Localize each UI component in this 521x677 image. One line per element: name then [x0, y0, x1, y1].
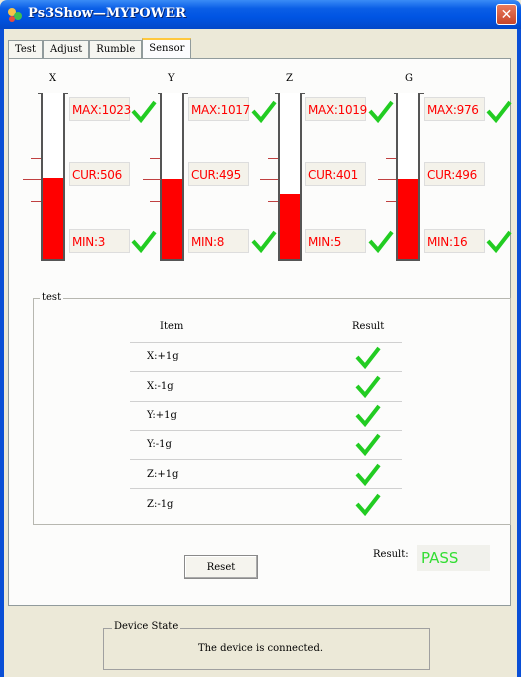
sensor-x-gauge-fill — [43, 177, 63, 259]
tab-rumble[interactable]: Rumble — [89, 40, 143, 59]
tick-mark — [268, 158, 278, 159]
result-label: Result: — [373, 549, 409, 560]
sensor-g-min: MIN:16 — [424, 229, 485, 253]
tick-mark — [386, 158, 396, 159]
column-header-item: Item — [160, 321, 184, 332]
sensor-y-gauge-fill — [162, 179, 182, 259]
check-icon — [368, 100, 394, 123]
sensor-g-gauge — [396, 93, 420, 261]
check-icon — [131, 230, 157, 253]
tick-mark — [150, 158, 160, 159]
check-icon — [355, 375, 381, 398]
sensor-x-gauge — [41, 93, 65, 261]
row-divider — [130, 488, 402, 489]
window-title: Ps3Show—MYPOWER — [28, 6, 186, 21]
sensor-z-gauge-fill — [280, 194, 300, 259]
close-icon: ✕ — [500, 7, 513, 23]
tick-mark — [378, 179, 396, 180]
sensor-z-min: MIN:5 — [305, 229, 366, 253]
row-divider — [130, 401, 402, 402]
window-frame-left — [0, 29, 4, 677]
row-divider — [130, 459, 402, 460]
test-row-item: X:-1g — [147, 381, 174, 392]
tick-mark — [260, 179, 278, 180]
test-row-item: X:+1g — [147, 351, 179, 362]
check-icon — [251, 100, 277, 123]
check-icon — [251, 230, 277, 253]
row-divider — [130, 371, 402, 372]
sensor-z-cur: CUR:401 — [305, 162, 366, 186]
sensor-z-label: Z — [286, 73, 293, 84]
column-header-result: Result — [352, 321, 385, 332]
check-icon — [486, 100, 512, 123]
row-divider — [130, 342, 402, 343]
check-icon — [355, 404, 381, 427]
sensor-z-gauge — [278, 93, 302, 261]
check-icon — [355, 463, 381, 486]
window-frame-right — [517, 29, 521, 677]
close-button[interactable]: ✕ — [496, 4, 517, 25]
app-icon — [8, 8, 22, 22]
tick-mark — [31, 201, 41, 202]
check-icon — [355, 433, 381, 456]
tick-mark — [23, 179, 41, 180]
sensor-y-label: Y — [168, 73, 175, 84]
title-bar[interactable]: Ps3Show—MYPOWER ✕ — [0, 0, 521, 29]
test-groupbox — [33, 298, 511, 525]
test-row-item: Z:+1g — [147, 469, 179, 480]
sensor-y-gauge — [160, 93, 184, 261]
tab-strip: Test Adjust Rumble Sensor — [8, 38, 192, 61]
sensor-y-cur: CUR:495 — [188, 162, 249, 186]
check-icon — [486, 230, 512, 253]
sensor-z-max: MAX:1019 — [305, 97, 367, 121]
check-icon — [355, 493, 381, 516]
tick-mark — [143, 179, 161, 180]
sensor-x-cur: CUR:506 — [69, 162, 130, 186]
test-row-item: Y:+1g — [147, 410, 177, 421]
sensor-x-min: MIN:3 — [69, 229, 130, 253]
sensor-y-min: MIN:8 — [188, 229, 249, 253]
sensor-x-label: X — [49, 73, 57, 84]
reset-button[interactable]: Reset — [184, 555, 258, 579]
tick-mark — [31, 158, 41, 159]
sensor-x-max: MAX:1023 — [69, 97, 131, 121]
test-group-title: test — [40, 292, 64, 303]
check-icon — [368, 230, 394, 253]
device-state-title: Device State — [112, 621, 181, 632]
sensor-g-cur: CUR:496 — [424, 162, 485, 186]
tick-mark — [386, 201, 396, 202]
test-row-item: Y:-1g — [147, 439, 172, 450]
sensor-g-max: MAX:976 — [424, 97, 485, 121]
device-state-message: The device is connected. — [197, 643, 324, 654]
tick-mark — [268, 201, 278, 202]
check-icon — [131, 100, 157, 123]
sensor-g-label: G — [405, 73, 413, 84]
check-icon — [355, 346, 381, 369]
sensor-g-gauge-fill — [398, 179, 418, 259]
tab-adjust[interactable]: Adjust — [42, 40, 90, 59]
sensor-y-max: MAX:1017 — [188, 97, 250, 121]
test-row-item: Z:-1g — [147, 499, 174, 510]
tick-mark — [150, 201, 160, 202]
row-divider — [130, 430, 402, 431]
result-value: PASS — [417, 545, 490, 571]
tab-test[interactable]: Test — [8, 40, 43, 59]
